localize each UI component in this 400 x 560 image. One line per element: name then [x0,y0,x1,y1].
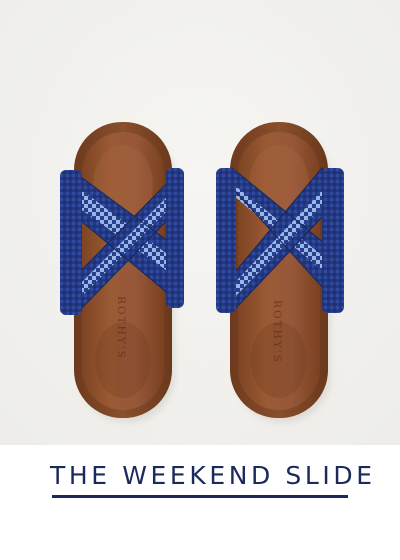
right-sandal: ROTHY'S [216,122,344,422]
svg-text:ROTHY'S: ROTHY'S [115,296,127,360]
product-photo[interactable]: ROTHY'S ROTHY'S [0,0,400,445]
product-card[interactable]: ROTHY'S ROTHY'S THE WEEKEND SLIDE [0,0,400,560]
sandal-pair-icon: ROTHY'S ROTHY'S [0,0,400,445]
left-sandal: ROTHY'S [60,122,184,422]
title-underline [52,495,348,498]
svg-text:ROTHY'S: ROTHY'S [271,300,283,364]
product-title-link[interactable]: THE WEEKEND SLIDE [50,458,376,500]
product-title: THE WEEKEND SLIDE [50,461,376,490]
